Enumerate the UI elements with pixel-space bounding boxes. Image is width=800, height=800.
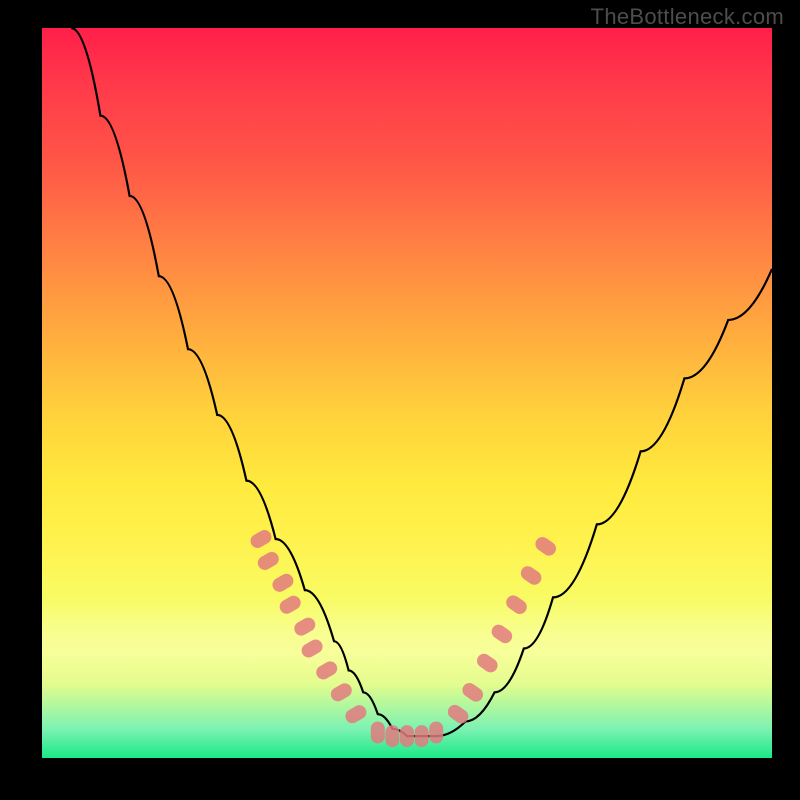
bead-marker: [445, 702, 471, 726]
curve-svg: [42, 28, 772, 758]
bead-marker: [518, 563, 544, 587]
bead-marker: [255, 549, 281, 572]
bead-marker: [400, 725, 414, 747]
bead-marker: [385, 725, 399, 747]
watermark-text: TheBottleneck.com: [591, 4, 784, 30]
bead-marker: [503, 593, 529, 617]
chart-frame: TheBottleneck.com: [0, 0, 800, 800]
bead-marker: [415, 725, 429, 747]
bead-marker: [533, 534, 559, 558]
bead-marker: [343, 703, 369, 726]
bead-marker: [248, 527, 274, 550]
bead-marker: [292, 615, 318, 638]
bead-marker: [328, 681, 354, 704]
bead-marker: [489, 622, 515, 646]
bead-marker: [371, 722, 385, 744]
bead-marker: [314, 659, 340, 682]
bead-marker: [277, 593, 303, 616]
plot-area: [42, 28, 772, 758]
bead-marker: [299, 637, 325, 660]
bead-marker: [460, 680, 486, 704]
bead-marker: [474, 651, 500, 675]
bottleneck-curve: [71, 28, 772, 736]
bead-marker: [429, 722, 443, 744]
bead-marker: [270, 571, 296, 594]
